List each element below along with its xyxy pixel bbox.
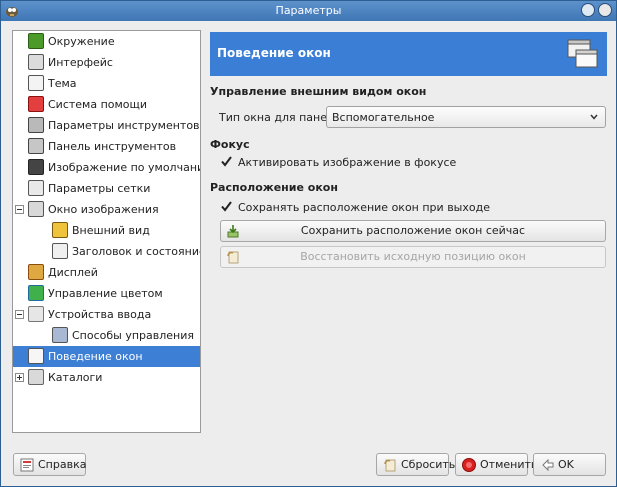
tree-item-label: Параметры инструментов	[48, 119, 200, 132]
preferences-tree[interactable]: Окружение Интерфейс Тема Система помощи Пара…	[12, 30, 201, 433]
tool-options-icon	[28, 117, 44, 133]
cancel-button[interactable]: Отменить	[455, 453, 537, 476]
tree-item-label: Система помощи	[48, 98, 148, 111]
title-bar[interactable]: Параметры	[1, 1, 616, 21]
tree-item[interactable]: Заголовок и состояние	[13, 241, 200, 262]
tree-item-label: Изображение по умолчанию	[48, 161, 201, 174]
expand-icon[interactable]	[15, 373, 24, 382]
window-controls	[581, 3, 612, 17]
window-management-icon	[28, 348, 44, 364]
tree-item-label: Внешний вид	[72, 224, 150, 237]
hint-type-select[interactable]: Вспомогательное	[326, 106, 606, 128]
input-controllers-icon	[52, 327, 68, 343]
tree-item[interactable]: Система помощи	[13, 94, 200, 115]
tree-item[interactable]: Параметры сетки	[13, 178, 200, 199]
cancel-button-label: Отменить	[480, 458, 538, 471]
environment-icon	[28, 33, 44, 49]
appearance-icon	[52, 222, 68, 238]
tree-item[interactable]: Окружение	[13, 31, 200, 52]
page-header: Поведение окон	[210, 32, 607, 76]
image-window-icon	[28, 201, 44, 217]
hint-type-value: Вспомогательное	[332, 111, 435, 124]
close-button[interactable]	[598, 3, 612, 17]
tree-item-label: Поведение окон	[48, 350, 143, 363]
tree-item[interactable]: Интерфейс	[13, 52, 200, 73]
folders-icon	[28, 369, 44, 385]
tree-item-label: Устройства ввода	[48, 308, 152, 321]
tree-item-label: Дисплей	[48, 266, 98, 279]
help-system-icon	[28, 96, 44, 112]
tree-item-label: Параметры сетки	[48, 182, 151, 195]
tree-item-label: Заголовок и состояние	[72, 245, 201, 258]
tree-item-label: Панель инструментов	[48, 140, 177, 153]
revert-icon	[384, 459, 396, 471]
tree-item[interactable]: Каталоги	[13, 367, 200, 388]
reset-positions-label: Восстановить исходную позицию окон	[300, 250, 526, 263]
save-positions-now-label: Сохранить расположение окон сейчас	[300, 224, 526, 237]
tree-item[interactable]: Устройства ввода	[13, 304, 200, 325]
help-icon	[20, 458, 34, 471]
tree-item[interactable]: Параметры инструментов	[13, 115, 200, 136]
save-on-exit-checkbox[interactable]	[220, 200, 233, 213]
help-button[interactable]: Справка	[13, 453, 86, 476]
focus-checkbox[interactable]	[220, 155, 233, 168]
tree-item[interactable]: Управление цветом	[13, 283, 200, 304]
display-icon	[28, 264, 44, 280]
grid-icon	[28, 180, 44, 196]
cancel-icon	[462, 457, 476, 472]
theme-icon	[28, 75, 44, 91]
tree-item[interactable]: Панель инструментов	[13, 136, 200, 157]
collapse-icon[interactable]	[15, 205, 24, 214]
reset-positions-button[interactable]: Восстановить исходную позицию окон	[220, 246, 606, 268]
help-button-label: Справка	[38, 458, 87, 471]
tree-item-label: Управление цветом	[48, 287, 163, 300]
tree-item[interactable]: Способы управления	[13, 325, 200, 346]
gimp-app-icon	[6, 7, 18, 17]
reset-button[interactable]: Сбросить	[376, 453, 455, 476]
minimize-button[interactable]	[581, 3, 595, 17]
tree-item[interactable]: Внешний вид	[13, 220, 200, 241]
save-positions-now-button[interactable]: Сохранить расположение окон сейчас	[220, 220, 606, 242]
save-on-exit-label[interactable]: Сохранять расположение окон при выходе	[238, 201, 490, 214]
section-focus: Фокус	[210, 138, 250, 151]
tree-item[interactable]: Окно изображения	[13, 199, 200, 220]
tree-item-label: Интерфейс	[48, 56, 113, 69]
ok-button-label: OK	[558, 458, 574, 471]
chevron-down-icon	[590, 114, 598, 120]
page-title: Поведение окон	[217, 46, 331, 60]
input-devices-icon	[28, 306, 44, 322]
tree-item[interactable]: Поведение окон	[13, 346, 200, 367]
tree-item-label: Способы управления	[72, 329, 195, 342]
tree-item-label: Окно изображения	[48, 203, 159, 216]
default-image-icon	[28, 159, 44, 175]
section-window-positions: Расположение окон	[210, 181, 338, 194]
window-title: Параметры	[275, 4, 342, 17]
tree-item[interactable]: Изображение по умолчанию	[13, 157, 200, 178]
window-management-icon	[567, 39, 598, 68]
revert-icon	[227, 251, 239, 264]
preferences-dialog: Параметры Окружение Интерфейс Тема Система …	[0, 0, 617, 487]
interface-icon	[28, 54, 44, 70]
tree-item-label: Окружение	[48, 35, 115, 48]
toolbox-icon	[28, 138, 44, 154]
tree-item[interactable]: Тема	[13, 73, 200, 94]
focus-checkbox-label[interactable]: Активировать изображение в фокусе	[238, 156, 456, 169]
save-icon	[227, 225, 239, 238]
collapse-icon[interactable]	[15, 310, 24, 319]
reset-button-label: Сбросить	[401, 458, 456, 471]
tree-item[interactable]: Дисплей	[13, 262, 200, 283]
tree-item-label: Каталоги	[48, 371, 103, 384]
title-status-icon	[52, 243, 68, 259]
color-management-icon	[28, 285, 44, 301]
tree-item-label: Тема	[48, 77, 77, 90]
ok-button[interactable]: OK	[533, 453, 606, 476]
section-window-hints: Управление внешним видом окон	[210, 85, 427, 98]
ok-icon	[542, 458, 554, 471]
